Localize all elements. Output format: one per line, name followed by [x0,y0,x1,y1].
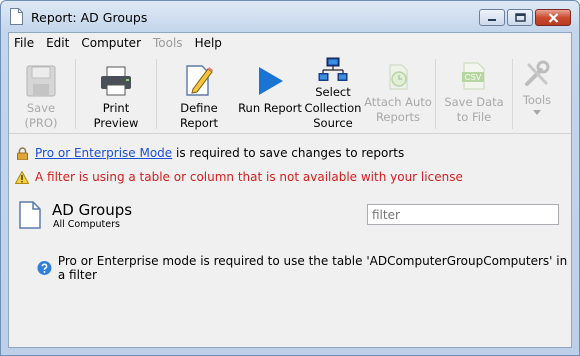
info-message: Pro or Enterprise mode is required to us… [37,254,571,282]
tools-label: Tools [522,93,552,107]
run-report-label: Run Report [238,101,302,115]
filter-warning-text: A filter is using a table or column that… [35,170,463,184]
caption-buttons [479,9,571,26]
save-data-to-file-button[interactable]: CSV Save Data to File [438,53,510,133]
menu-computer[interactable]: Computer [75,33,147,53]
save-label: Save (PRO) [24,101,58,130]
select-collection-source-button[interactable]: Select Collection Source [302,53,364,133]
run-report-button[interactable]: Run Report [237,53,303,133]
csv-file-icon: CSV [462,62,485,90]
play-icon [259,67,283,95]
client-area: File Edit Computer Tools Help Save (PRO) [8,32,572,348]
maximize-button[interactable] [507,9,533,26]
printer-icon [101,66,131,96]
report-document-icon [19,201,41,229]
maximize-icon [514,13,526,22]
close-icon [548,12,558,23]
toolbar-separator [435,59,436,129]
filter-warning-message: A filter is using a table or column that… [9,166,571,188]
app-window: Report: AD Groups File Edit Computer Too… [0,0,580,356]
title-bar[interactable]: Report: AD Groups [1,1,579,33]
menu-edit[interactable]: Edit [40,33,75,53]
attach-clock-icon [389,64,408,90]
help-question-icon [37,261,52,275]
attach-auto-reports-button[interactable]: Attach Auto Reports [364,53,432,133]
select-collection-source-label: Select Collection Source [304,85,362,130]
wrench-screwdriver-icon [525,60,550,86]
save-button[interactable]: Save (PRO) [9,53,73,133]
save-data-to-file-label: Save Data to File [444,95,504,124]
menu-help[interactable]: Help [189,33,228,53]
attach-auto-reports-label: Attach Auto Reports [364,95,432,124]
minimize-button[interactable] [479,9,505,26]
toolbar-separator [512,59,513,129]
menu-bar: File Edit Computer Tools Help [9,33,571,53]
network-icon [318,57,348,81]
license-mode-message: Pro or Enterprise Mode is required to sa… [9,142,571,164]
minimize-icon [488,18,496,21]
toolbar: Save (PRO) Print Preview Define Report R… [9,53,571,134]
define-report-button[interactable]: Define Report [161,53,237,133]
floppy-disk-icon [26,65,56,97]
filter-input[interactable] [367,204,559,225]
menu-file[interactable]: File [9,33,40,53]
menu-tools[interactable]: Tools [147,33,189,53]
toolbar-separator [75,59,76,129]
toolbar-separator [156,59,157,129]
info-message-text: Pro or Enterprise mode is required to us… [57,254,568,282]
license-mode-text: is required to save changes to reports [172,146,405,160]
print-preview-button[interactable]: Print Preview [79,53,153,133]
tools-dropdown-button[interactable]: Tools [514,53,560,133]
report-title: AD Groups [52,201,133,219]
csv-badge: CSV [465,73,482,82]
close-button[interactable] [535,9,571,26]
warning-icon [15,170,29,184]
pro-enterprise-mode-link[interactable]: Pro or Enterprise Mode [35,146,172,160]
document-pencil-icon [186,65,213,96]
print-preview-label: Print Preview [93,101,139,130]
report-subtitle: All Computers [53,219,120,230]
document-icon [10,8,23,25]
define-report-label: Define Report [179,101,219,130]
window-title: Report: AD Groups [31,10,148,25]
lock-icon [16,146,28,160]
chevron-down-icon [533,110,541,115]
